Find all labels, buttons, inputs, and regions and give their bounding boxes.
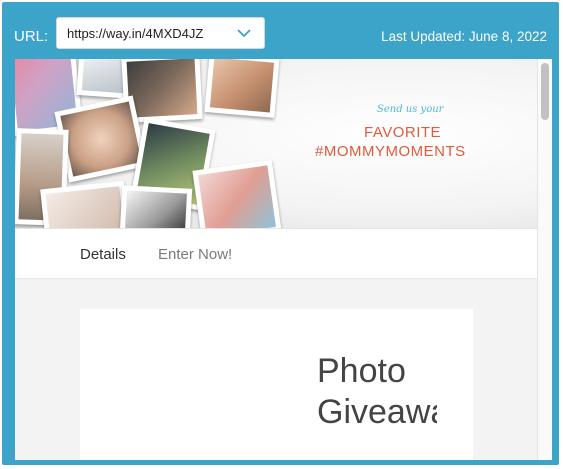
banner-photo xyxy=(204,59,280,118)
banner-headline-1: FAVORITE xyxy=(364,124,442,141)
card-title-line-1: Photo xyxy=(317,352,406,390)
scrollbar[interactable] xyxy=(537,59,552,460)
tab-details[interactable]: Details xyxy=(80,246,126,263)
card-title: Photo Giveawa xyxy=(317,351,437,433)
page-preview[interactable]: Send us your FAVORITE #MOMMYMOMENTS Deta… xyxy=(15,59,552,460)
promo-banner: Send us your FAVORITE #MOMMYMOMENTS xyxy=(15,59,537,228)
card-title-line-2: Giveawa xyxy=(317,393,437,431)
page-tabs: Details Enter Now! xyxy=(15,228,537,279)
app-frame: URL: https://way.in/4MXD4JZ Last Updated… xyxy=(0,0,563,469)
url-label: URL: xyxy=(14,28,49,45)
banner-headline-2: #MOMMYMOMENTS xyxy=(315,143,466,160)
banner-photo xyxy=(40,180,130,228)
url-value: https://way.in/4MXD4JZ xyxy=(67,26,204,41)
content-card: Photo Giveawa xyxy=(80,309,473,460)
banner-photo xyxy=(119,185,193,228)
banner-tagline: Send us your xyxy=(377,104,444,115)
scrollbar-thumb[interactable] xyxy=(541,63,549,120)
preview-window: URL: https://way.in/4MXD4JZ Last Updated… xyxy=(2,2,559,465)
last-updated-text: Last Updated: June 8, 2022 xyxy=(381,29,547,44)
tab-enter-now[interactable]: Enter Now! xyxy=(158,246,232,263)
url-dropdown[interactable]: https://way.in/4MXD4JZ xyxy=(56,17,265,49)
chevron-down-icon xyxy=(237,29,251,38)
banner-photo xyxy=(54,95,148,183)
banner-photo xyxy=(192,159,282,228)
